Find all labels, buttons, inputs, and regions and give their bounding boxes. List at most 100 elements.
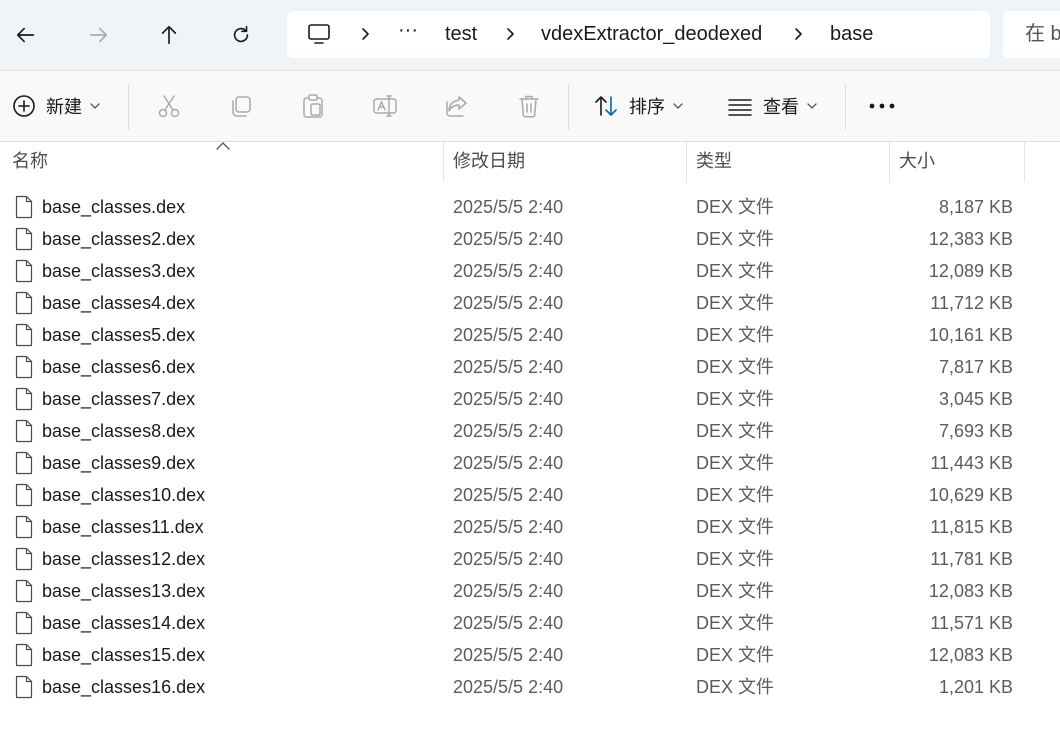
file-modified-date: 2025/5/5 2:40 — [453, 293, 564, 313]
file-type: DEX 文件 — [696, 613, 775, 633]
file-name[interactable]: base_classes.dex — [42, 191, 185, 223]
breadcrumb-more[interactable]: ··· — [398, 7, 418, 54]
file-name[interactable]: base_classes5.dex — [42, 319, 195, 351]
view-label: 查看 — [763, 97, 799, 118]
file-row[interactable]: base_classes.dex 2025/5/5 2:40 DEX 文件 8,187… — [0, 191, 1060, 223]
file-type: DEX 文件 — [696, 261, 775, 281]
file-size: 7,693 KB — [938, 421, 1013, 441]
file-name[interactable]: base_classes7.dex — [42, 383, 195, 415]
up-button[interactable] — [149, 15, 189, 55]
list-view-icon — [728, 99, 752, 116]
monitor-icon[interactable] — [307, 23, 331, 45]
file-name[interactable]: base_classes11.dex — [42, 511, 204, 543]
file-row[interactable]: base_classes15.dex 2025/5/5 2:40 DEX 文件 12,… — [0, 639, 1060, 671]
search-box[interactable]: 在 b — [1003, 11, 1060, 58]
file-modified-date: 2025/5/5 2:40 — [453, 517, 564, 537]
file-name[interactable]: base_classes13.dex — [42, 575, 205, 607]
refresh-button[interactable] — [221, 15, 261, 55]
file-row[interactable]: base_classes9.dex 2025/5/5 2:40 DEX 文件 11,4… — [0, 447, 1060, 479]
file-row[interactable]: base_classes3.dex 2025/5/5 2:40 DEX 文件 12,0… — [0, 255, 1060, 287]
file-row[interactable]: base_classes11.dex 2025/5/5 2:40 DEX 文件 11,… — [0, 511, 1060, 543]
breadcrumb-test[interactable]: test — [445, 11, 477, 58]
address-bar[interactable]: ··· test vdexExtractor_deodexed base — [287, 11, 990, 58]
file-name[interactable]: base_classes10.dex — [42, 479, 205, 511]
file-type: DEX 文件 — [696, 229, 775, 249]
chevron-right-icon[interactable] — [502, 26, 518, 42]
file-type: DEX 文件 — [696, 645, 775, 665]
more-icon — [869, 103, 895, 109]
file-size: 8,187 KB — [938, 197, 1013, 217]
file-type: DEX 文件 — [696, 581, 775, 601]
file-row[interactable]: base_classes2.dex 2025/5/5 2:40 DEX 文件 12,3… — [0, 223, 1060, 255]
column-divider[interactable] — [443, 142, 444, 182]
file-icon — [15, 419, 33, 443]
paste-button[interactable] — [300, 71, 326, 141]
file-row[interactable]: base_classes14.dex 2025/5/5 2:40 DEX 文件 11,… — [0, 607, 1060, 639]
arrow-left-icon — [16, 27, 35, 43]
file-name[interactable]: base_classes8.dex — [42, 415, 195, 447]
file-name[interactable]: base_classes4.dex — [42, 287, 195, 319]
file-modified-date: 2025/5/5 2:40 — [453, 421, 564, 441]
breadcrumb-vdexextractor[interactable]: vdexExtractor_deodexed — [541, 11, 762, 58]
file-name[interactable]: base_classes6.dex — [42, 351, 195, 383]
file-size: 11,815 KB — [930, 517, 1013, 537]
column-divider[interactable] — [889, 142, 890, 182]
file-icon — [15, 547, 33, 571]
file-row[interactable]: base_classes10.dex 2025/5/5 2:40 DEX 文件 10,… — [0, 479, 1060, 511]
column-header-type[interactable]: 类型 — [696, 142, 732, 182]
chevron-right-icon[interactable] — [357, 26, 373, 42]
file-modified-date: 2025/5/5 2:40 — [453, 645, 564, 665]
file-row[interactable]: base_classes12.dex 2025/5/5 2:40 DEX 文件 11,… — [0, 543, 1060, 575]
copy-icon — [232, 96, 251, 117]
sort-button[interactable]: 排序 — [593, 71, 683, 141]
share-button[interactable] — [444, 71, 470, 141]
column-header-date[interactable]: 修改日期 — [453, 142, 525, 182]
file-name[interactable]: base_classes2.dex — [42, 223, 195, 255]
rename-icon — [373, 95, 397, 117]
file-icon — [15, 643, 33, 667]
back-button[interactable] — [6, 15, 46, 55]
file-name[interactable]: base_classes12.dex — [42, 543, 205, 575]
column-header-name[interactable]: 名称 — [12, 142, 48, 182]
file-modified-date: 2025/5/5 2:40 — [453, 549, 564, 569]
file-name[interactable]: base_classes9.dex — [42, 447, 195, 479]
chevron-right-icon[interactable] — [790, 26, 806, 42]
file-name[interactable]: base_classes3.dex — [42, 255, 195, 287]
cut-button[interactable] — [156, 71, 182, 141]
breadcrumb-base[interactable]: base — [830, 11, 873, 58]
file-size: 12,083 KB — [928, 581, 1013, 601]
view-button[interactable]: 查看 — [727, 71, 817, 141]
file-row[interactable]: base_classes13.dex 2025/5/5 2:40 DEX 文件 12,… — [0, 575, 1060, 607]
share-icon — [446, 96, 467, 117]
file-size: 11,781 KB — [930, 549, 1013, 569]
column-divider[interactable] — [686, 142, 687, 182]
more-options-button[interactable] — [868, 71, 896, 141]
arrow-right-icon — [89, 27, 108, 43]
command-bar: 新建 排序 查看 — [0, 71, 1060, 142]
forward-button[interactable] — [78, 15, 118, 55]
file-row[interactable]: base_classes6.dex 2025/5/5 2:40 DEX 文件 7,81… — [0, 351, 1060, 383]
file-name[interactable]: base_classes15.dex — [42, 639, 205, 671]
file-type: DEX 文件 — [696, 485, 775, 505]
new-button[interactable]: 新建 — [12, 71, 100, 141]
file-row[interactable]: base_classes7.dex 2025/5/5 2:40 DEX 文件 3,04… — [0, 383, 1060, 415]
file-size: 12,083 KB — [928, 645, 1013, 665]
file-row[interactable]: base_classes16.dex 2025/5/5 2:40 DEX 文件 1,2… — [0, 671, 1060, 703]
file-size: 11,571 KB — [930, 613, 1013, 633]
file-row[interactable]: base_classes8.dex 2025/5/5 2:40 DEX 文件 7,69… — [0, 415, 1060, 447]
file-icon — [15, 387, 33, 411]
file-size: 7,817 KB — [938, 357, 1013, 377]
delete-button[interactable] — [516, 71, 542, 141]
new-label: 新建 — [46, 97, 82, 118]
file-type: DEX 文件 — [696, 197, 775, 217]
file-row[interactable]: base_classes4.dex 2025/5/5 2:40 DEX 文件 11,7… — [0, 287, 1060, 319]
column-header-size[interactable]: 大小 — [899, 142, 935, 182]
chevron-down-icon — [90, 103, 100, 109]
file-row[interactable]: base_classes5.dex 2025/5/5 2:40 DEX 文件 10,1… — [0, 319, 1060, 351]
file-name[interactable]: base_classes16.dex — [42, 671, 205, 703]
column-divider[interactable] — [1024, 142, 1025, 182]
copy-button[interactable] — [228, 71, 254, 141]
file-modified-date: 2025/5/5 2:40 — [453, 357, 564, 377]
file-name[interactable]: base_classes14.dex — [42, 607, 205, 639]
rename-button[interactable] — [372, 71, 398, 141]
